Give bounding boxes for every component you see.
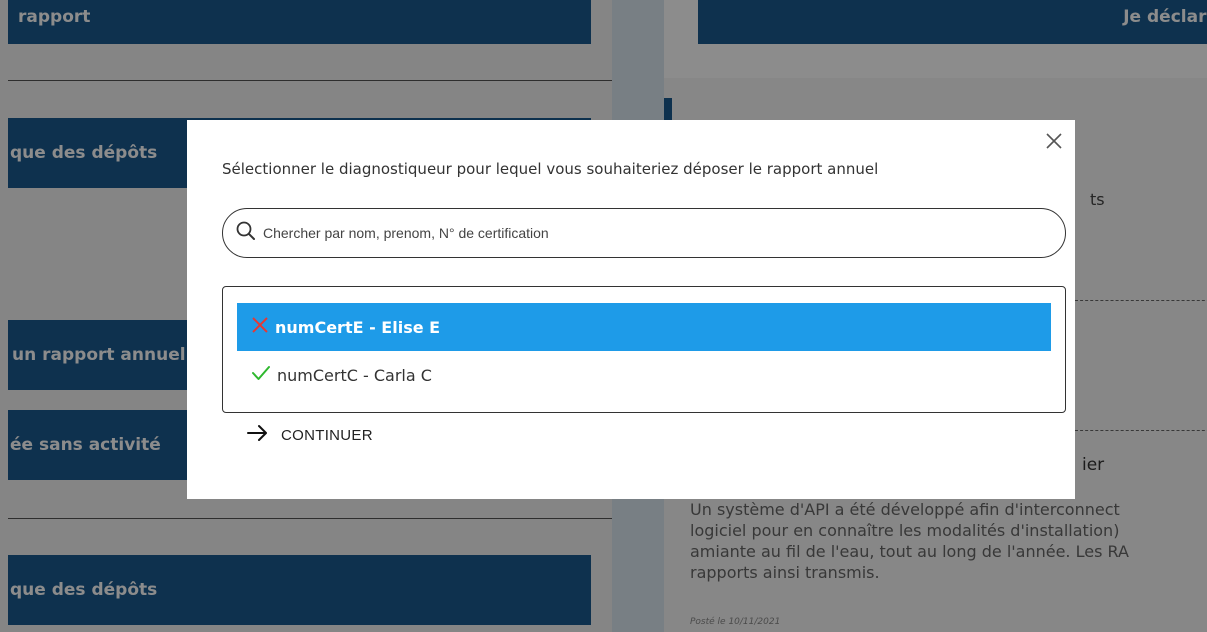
- search-field[interactable]: [222, 208, 1066, 258]
- continue-label: CONTINUER: [281, 427, 373, 444]
- search-input[interactable]: [263, 225, 1043, 241]
- list-item-label: numCertC - Carla C: [277, 365, 432, 385]
- cross-icon: [251, 316, 275, 338]
- arrow-right-icon: [247, 424, 269, 447]
- close-icon[interactable]: [1043, 130, 1065, 152]
- list-item[interactable]: numCertC - Carla C: [237, 351, 1051, 399]
- modal-title: Sélectionner le diagnostiqueur pour lequ…: [222, 160, 879, 178]
- select-diagnostiqueur-modal: Sélectionner le diagnostiqueur pour lequ…: [187, 120, 1075, 499]
- search-icon: [235, 220, 257, 247]
- list-item[interactable]: numCertE - Elise E: [237, 303, 1051, 351]
- continue-button[interactable]: CONTINUER: [247, 424, 373, 447]
- check-icon: [251, 364, 277, 386]
- list-item-label: numCertE - Elise E: [275, 317, 441, 337]
- diagnostiqueur-list: numCertE - Elise E numCertC - Carla C: [222, 286, 1066, 413]
